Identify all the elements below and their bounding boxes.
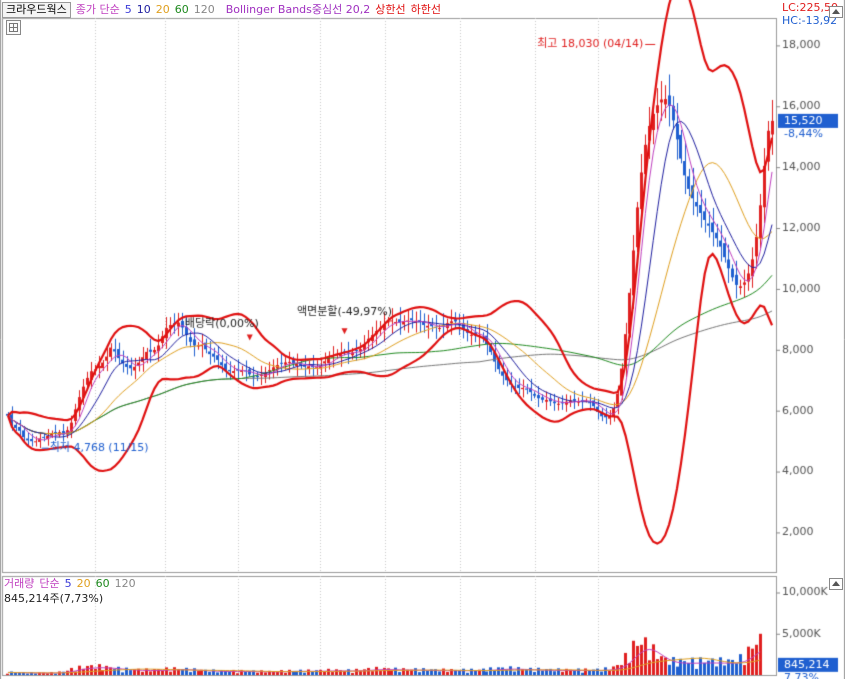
ma-period-60: 60 [174,3,189,16]
volume-ma-5: 5 [64,577,72,590]
volume-panel-collapse-icon[interactable] [829,578,843,590]
ma-label: 종가 단순 [75,3,120,16]
volume-ma-60: 60 [95,577,110,590]
volume-label: 거래량 [4,577,35,590]
volume-ma-120: 120 [114,577,136,590]
ma-period-5: 5 [124,3,132,16]
ma-period-120: 120 [193,3,215,16]
bb-lower-label: 하한선 [410,3,441,16]
bb-upper-label: 상한선 [375,3,406,16]
volume-current: 845,214주(7,73%) [4,592,104,605]
volume-header: 거래량 단순 5 20 60 120 [4,577,136,591]
chart-settings-icon[interactable] [6,20,21,35]
volume-ma-20: 20 [76,577,91,590]
ma-period-10: 10 [136,3,151,16]
chart-header: 크라우드웍스 종가 단순 5 10 20 60 120 Bollinger Ba… [2,2,441,18]
ma-period-20: 20 [155,3,170,16]
stock-name-box[interactable]: 크라우드웍스 [2,2,71,18]
bb-label: Bollinger Bands중심선 20,2 [225,3,371,16]
price-panel-collapse-icon[interactable] [829,6,843,18]
volume-ma-label: 단순 [39,577,60,590]
